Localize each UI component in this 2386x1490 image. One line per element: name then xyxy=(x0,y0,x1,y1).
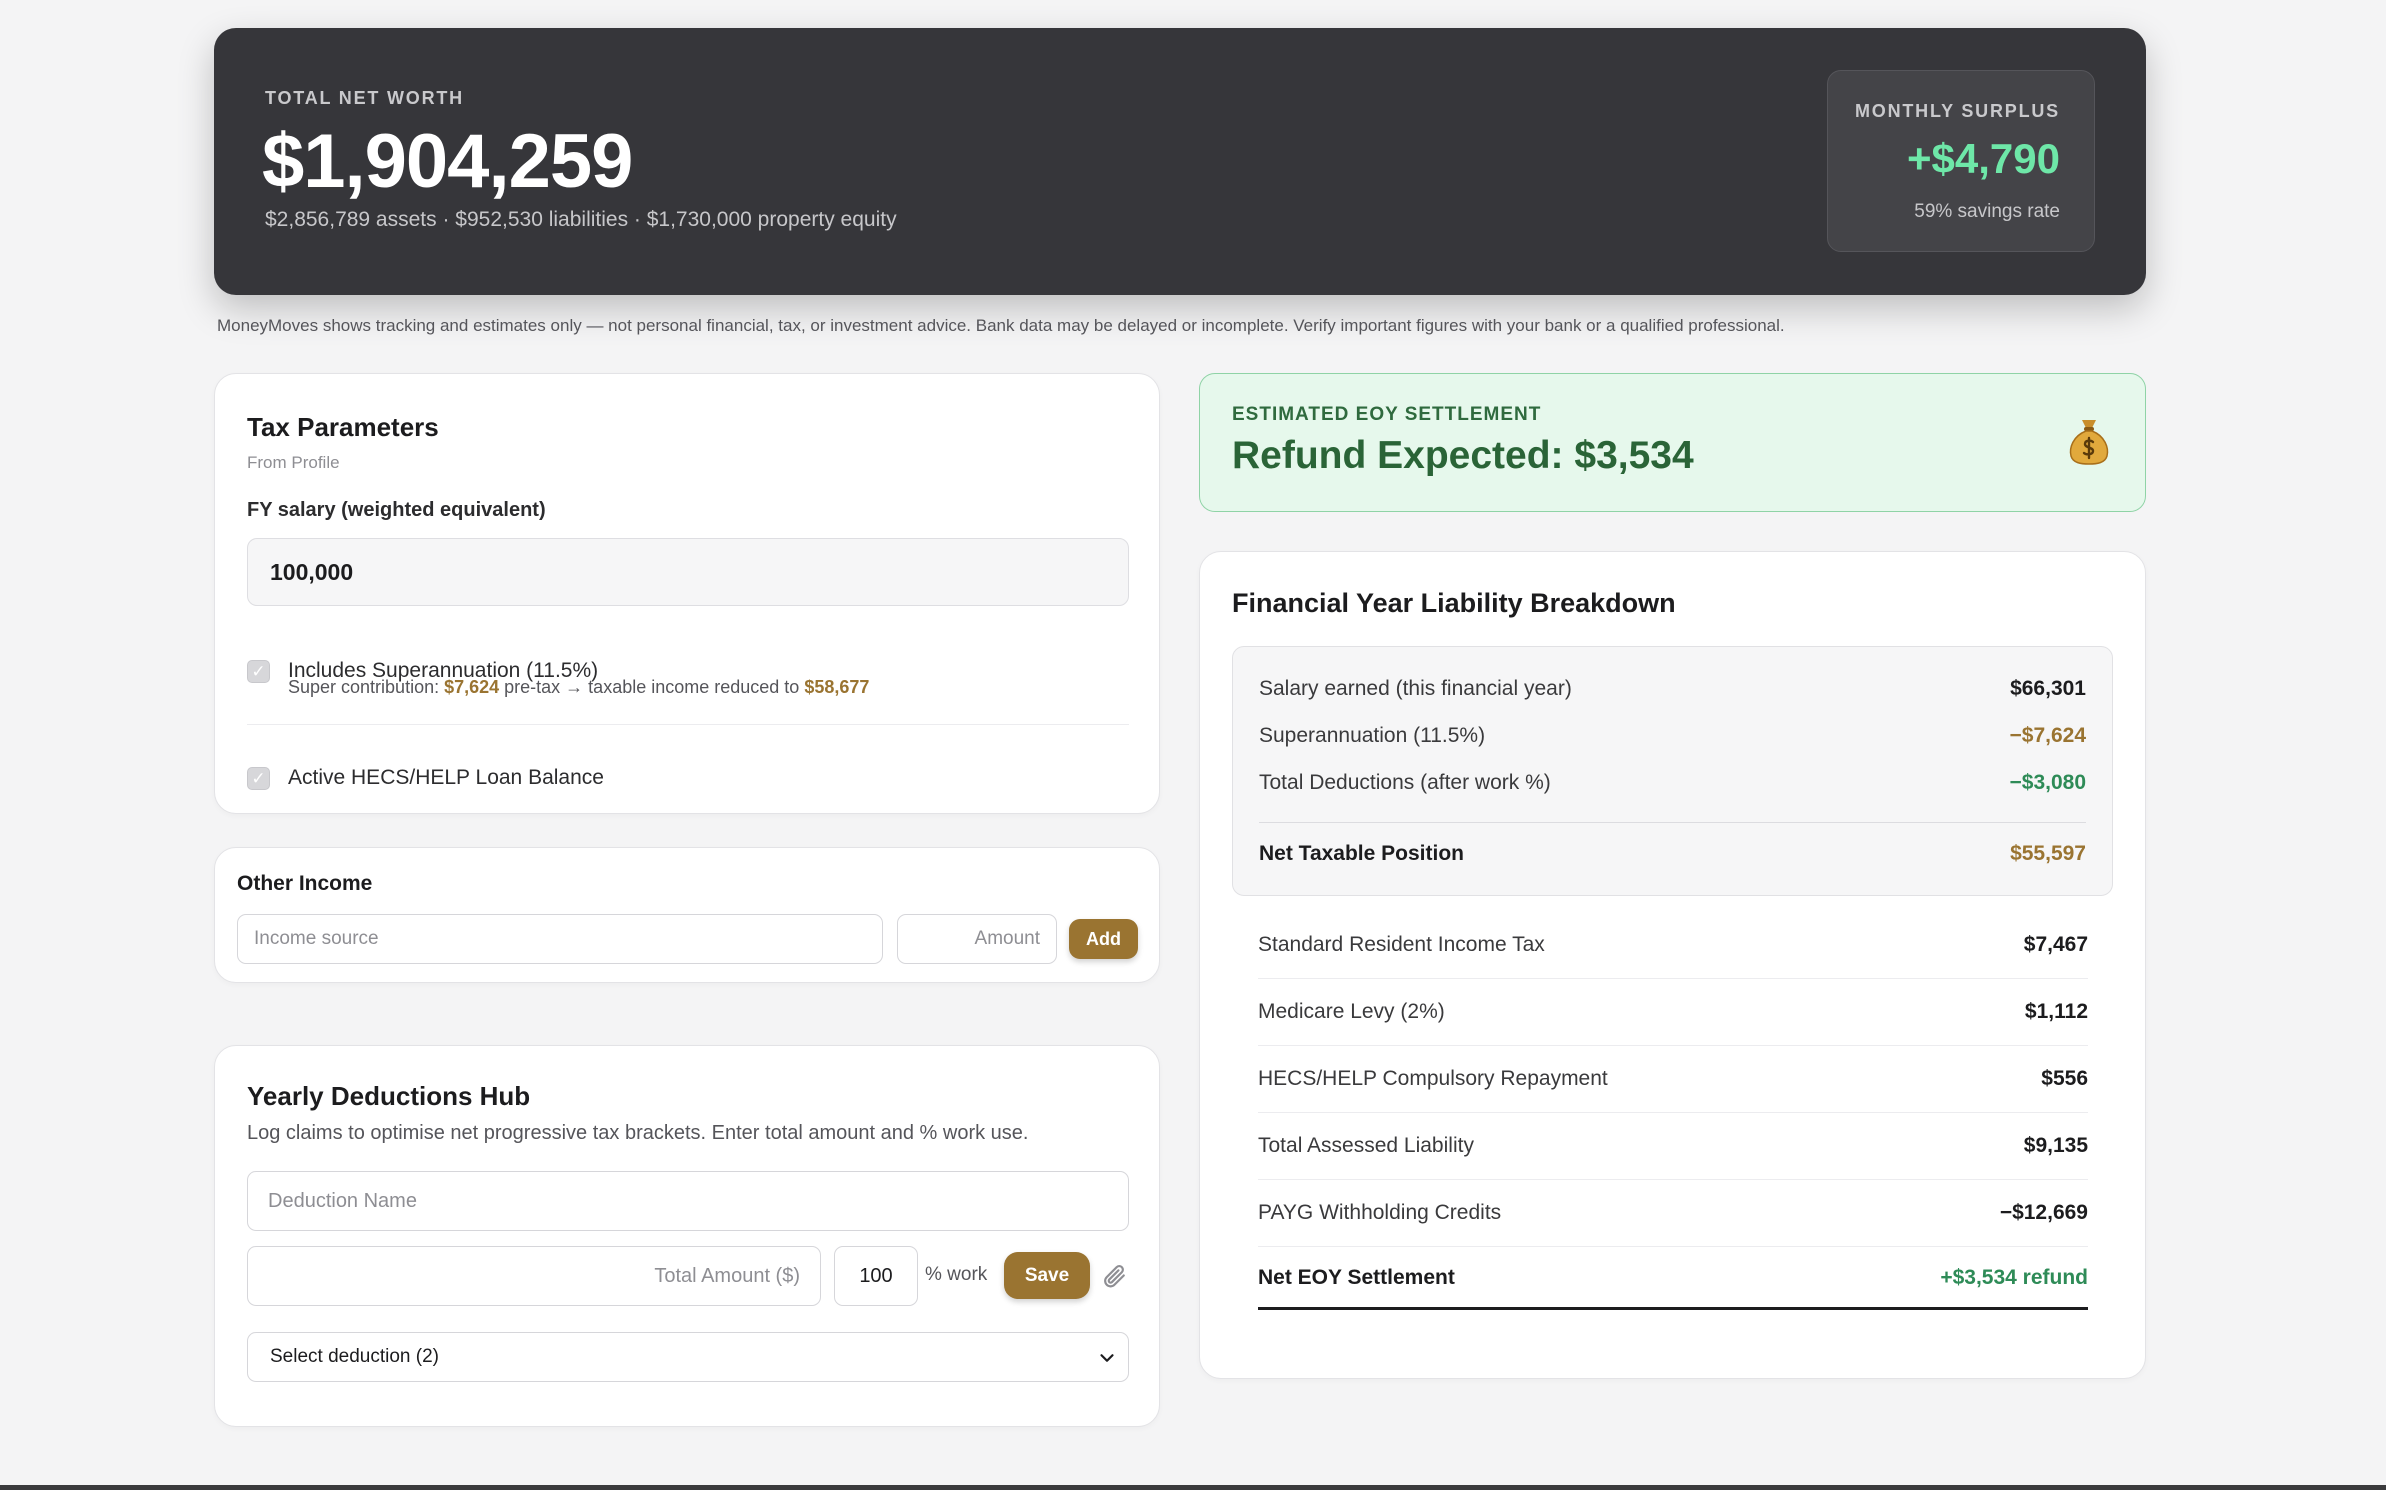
summary-label: Total Deductions (after work %) xyxy=(1259,771,1551,794)
super-contribution-amount: $7,624 xyxy=(444,677,500,697)
monthly-surplus-value: +$4,790 xyxy=(1907,135,2060,182)
other-income-card: Other Income Add xyxy=(214,847,1160,983)
tax-parameters-card: Tax Parameters From Profile FY salary (w… xyxy=(214,373,1160,814)
summary-value: −$3,080 xyxy=(2009,771,2087,794)
save-deduction-button[interactable]: Save xyxy=(1004,1252,1090,1299)
tax-parameters-source: From Profile xyxy=(247,453,340,472)
taxable-income-amount: $58,677 xyxy=(804,677,870,697)
liability-value: $1,112 xyxy=(2024,1000,2088,1023)
net-taxable-value: $55,597 xyxy=(2010,842,2086,865)
net-eoy-value: +$3,534 refund xyxy=(1940,1266,2088,1289)
settlement-banner: ESTIMATED EOY SETTLEMENT Refund Expected… xyxy=(1199,373,2146,512)
add-income-button[interactable]: Add xyxy=(1069,919,1138,959)
bottom-edge-bar xyxy=(0,1485,2386,1490)
settlement-eyebrow: ESTIMATED EOY SETTLEMENT xyxy=(1232,404,1542,425)
liability-breakdown-card: Financial Year Liability Breakdown Salar… xyxy=(1199,551,2146,1379)
liability-row-income-tax: Standard Resident Income Tax $7,467 xyxy=(1258,912,2088,979)
liability-row-total-assessed: Total Assessed Liability $9,135 xyxy=(1258,1113,2088,1180)
deductions-hub-title: Yearly Deductions Hub xyxy=(247,1081,531,1111)
summary-value: $66,301 xyxy=(2010,677,2086,700)
liability-row-payg: PAYG Withholding Credits −$12,669 xyxy=(1258,1180,2088,1247)
liability-label: Total Assessed Liability xyxy=(1258,1134,1474,1157)
liability-value: −$12,669 xyxy=(1999,1201,2088,1224)
liability-label: HECS/HELP Compulsory Repayment xyxy=(1258,1067,1608,1090)
summary-row-super: Superannuation (11.5%) −$7,624 xyxy=(1259,724,2086,748)
other-income-title: Other Income xyxy=(237,872,373,895)
dashboard: TOTAL NET WORTH $1,904,259 $2,856,789 as… xyxy=(214,28,2146,1427)
work-percent-label: % work xyxy=(925,1264,988,1285)
deduction-name-input[interactable] xyxy=(247,1171,1129,1231)
liability-label: Standard Resident Income Tax xyxy=(1258,933,1545,956)
taxable-summary: Salary earned (this financial year) $66,… xyxy=(1232,646,2113,896)
check-icon: ✓ xyxy=(251,768,266,788)
summary-value: −$7,624 xyxy=(2009,724,2087,747)
liability-row-medicare: Medicare Levy (2%) $1,112 xyxy=(1258,979,2088,1046)
chevron-down-icon xyxy=(1100,1354,1114,1362)
net-worth-label: TOTAL NET WORTH xyxy=(265,88,464,108)
hecs-checkbox[interactable]: ✓ xyxy=(247,767,270,790)
summary-row-salary: Salary earned (this financial year) $66,… xyxy=(1259,677,2086,701)
divider xyxy=(247,724,1129,725)
deduction-amount-input[interactable] xyxy=(247,1246,821,1306)
net-worth-hero: TOTAL NET WORTH $1,904,259 $2,856,789 as… xyxy=(214,28,2146,295)
summary-label: Salary earned (this financial year) xyxy=(1259,677,1572,700)
net-eoy-label: Net EOY Settlement xyxy=(1258,1266,1455,1289)
liability-row-hecs: HECS/HELP Compulsory Repayment $556 xyxy=(1258,1046,2088,1113)
monthly-surplus-card: MONTHLY SURPLUS +$4,790 59% savings rate xyxy=(1827,70,2095,252)
check-icon: ✓ xyxy=(251,661,266,681)
tax-parameters-title: Tax Parameters xyxy=(247,412,439,442)
liability-value: $556 xyxy=(2041,1067,2088,1090)
net-taxable-row: Net Taxable Position $55,597 xyxy=(1259,842,2086,866)
net-worth-value: $1,904,259 xyxy=(262,119,633,204)
super-note-mid: pre-tax → taxable income reduced to xyxy=(499,677,805,697)
deductions-hub-card: Yearly Deductions Hub Log claims to opti… xyxy=(214,1045,1160,1427)
disclaimer: MoneyMoves shows tracking and estimates … xyxy=(217,316,1785,335)
liability-value: $9,135 xyxy=(2023,1134,2088,1157)
summary-row-deductions: Total Deductions (after work %) −$3,080 xyxy=(1259,771,2086,795)
super-contribution-note: Super contribution: $7,624 pre-tax → tax… xyxy=(288,677,869,698)
liability-label: Medicare Levy (2%) xyxy=(1258,1000,1445,1023)
liability-breakdown-title: Financial Year Liability Breakdown xyxy=(1232,588,1676,618)
income-source-input[interactable] xyxy=(237,914,883,964)
work-percent-input[interactable] xyxy=(834,1246,918,1306)
paperclip-icon[interactable] xyxy=(1101,1263,1127,1289)
divider xyxy=(1259,822,2086,823)
hecs-checkbox-label: Active HECS/HELP Loan Balance xyxy=(288,766,604,789)
settlement-headline: Refund Expected: $3,534 xyxy=(1232,434,1694,477)
deduction-select-value: Select deduction (2) xyxy=(270,1346,439,1367)
net-taxable-label: Net Taxable Position xyxy=(1259,842,1464,865)
salary-label: FY salary (weighted equivalent) xyxy=(247,499,546,521)
monthly-surplus-label: MONTHLY SURPLUS xyxy=(1854,101,2060,121)
income-amount-input[interactable] xyxy=(897,914,1057,964)
super-checkbox[interactable]: ✓ xyxy=(247,660,270,683)
net-eoy-settlement-row: Net EOY Settlement +$3,534 refund xyxy=(1258,1266,2088,1310)
deductions-hub-description: Log claims to optimise net progressive t… xyxy=(247,1122,1029,1144)
summary-label: Superannuation (11.5%) xyxy=(1259,724,1486,747)
liability-value: $7,467 xyxy=(2023,933,2088,956)
net-worth-breakdown: $2,856,789 assets · $952,530 liabilities… xyxy=(265,208,897,231)
deduction-select[interactable]: Select deduction (2) xyxy=(247,1332,1129,1382)
money-bag-icon xyxy=(2069,420,2109,465)
salary-input[interactable] xyxy=(247,538,1129,606)
super-note-prefix: Super contribution: xyxy=(288,677,445,697)
liability-label: PAYG Withholding Credits xyxy=(1258,1201,1502,1224)
savings-rate: 59% savings rate xyxy=(1914,201,2060,222)
